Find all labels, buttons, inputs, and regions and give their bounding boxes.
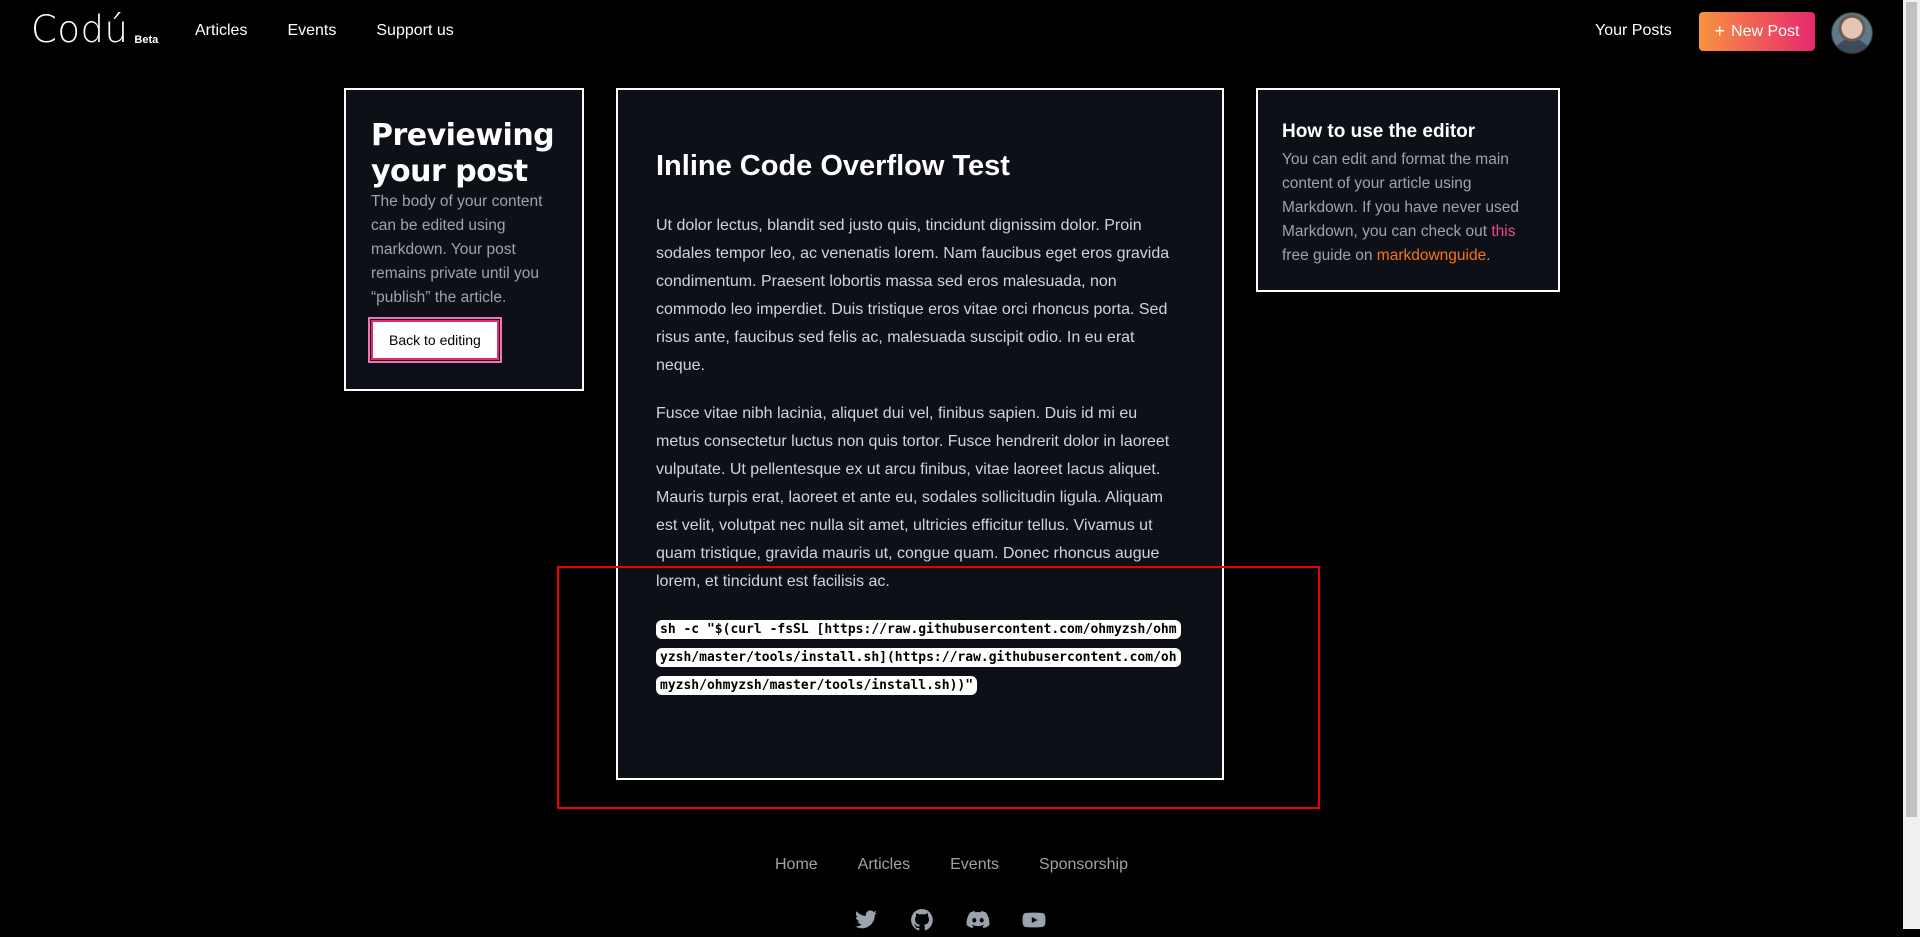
editor-help-panel: How to use the editor You can edit and f… bbox=[1256, 88, 1560, 292]
help-text: free guide on bbox=[1282, 247, 1377, 264]
this-link[interactable]: this bbox=[1491, 223, 1515, 240]
help-text: You can edit and format the main content… bbox=[1282, 151, 1519, 240]
github-icon[interactable] bbox=[910, 908, 934, 932]
footer-sponsorship[interactable]: Sponsorship bbox=[1039, 856, 1128, 874]
highlight-box bbox=[557, 566, 1320, 809]
footer-articles[interactable]: Articles bbox=[858, 856, 910, 874]
preview-title: Previewing your post bbox=[371, 118, 555, 189]
twitter-icon[interactable] bbox=[854, 908, 878, 932]
your-posts-link[interactable]: Your Posts bbox=[1595, 22, 1672, 40]
preview-description: The body of your content can be edited u… bbox=[371, 193, 543, 306]
markdownguide-link[interactable]: markdownguide bbox=[1377, 247, 1486, 264]
new-post-label: New Post bbox=[1731, 22, 1800, 40]
help-text: . bbox=[1486, 247, 1491, 264]
plus-icon: + bbox=[1714, 21, 1726, 41]
footer-home[interactable]: Home bbox=[775, 856, 818, 874]
footer-nav: Home Articles Events Sponsorship bbox=[0, 856, 1903, 874]
editor-help-title: How to use the editor bbox=[1282, 121, 1476, 142]
top-navbar: Codú Beta Articles Events Support us You… bbox=[0, 0, 1903, 64]
editor-help-description: You can edit and format the main content… bbox=[1282, 148, 1534, 268]
preview-info-panel: Previewing your post The body of your co… bbox=[344, 88, 584, 391]
scrollbar-thumb[interactable] bbox=[1906, 2, 1917, 817]
social-links bbox=[854, 908, 1046, 932]
article-paragraph: Ut dolor lectus, blandit sed justo quis,… bbox=[656, 217, 1170, 374]
new-post-button[interactable]: + New Post bbox=[1699, 12, 1815, 51]
avatar[interactable] bbox=[1831, 12, 1873, 54]
youtube-icon[interactable] bbox=[1022, 908, 1046, 932]
article-title: Inline Code Overflow Test bbox=[656, 150, 1010, 182]
back-to-editing-button[interactable]: Back to editing bbox=[368, 317, 502, 363]
discord-icon[interactable] bbox=[966, 908, 990, 932]
footer-events[interactable]: Events bbox=[950, 856, 999, 874]
